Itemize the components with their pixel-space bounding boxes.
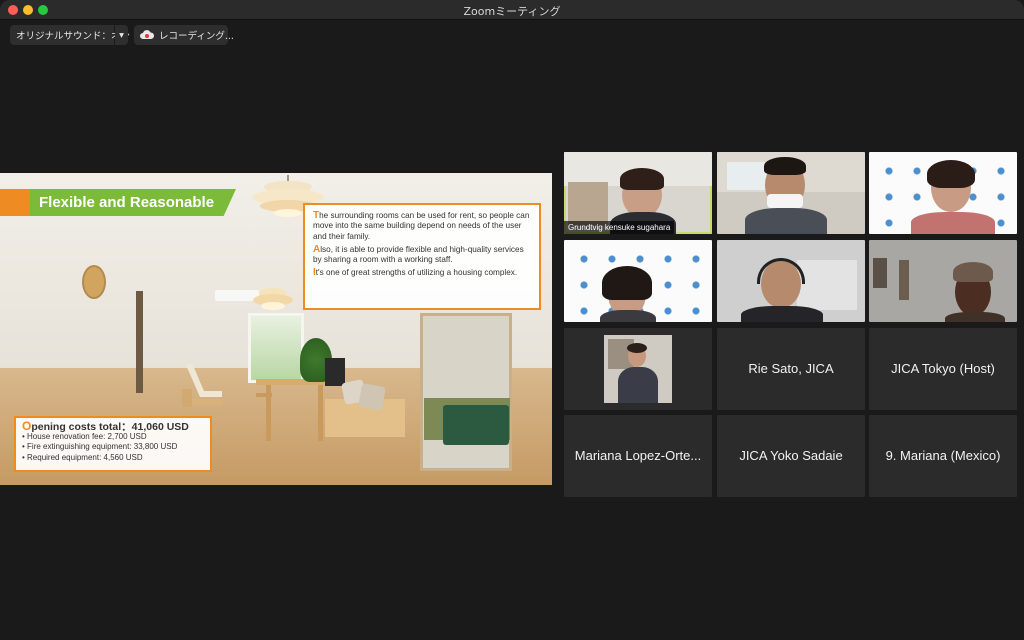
cost-item: Fire extinguishing equipment: 33,800 USD xyxy=(22,442,204,452)
participant-name-tag: Grundtvig kensuke sugahara xyxy=(564,221,675,234)
participant-video-tile[interactable] xyxy=(564,328,712,410)
cushion xyxy=(358,383,386,411)
room-window xyxy=(248,313,304,383)
lounge-chair-icon xyxy=(182,363,224,407)
dining-table-icon xyxy=(256,379,336,441)
slide-description-box: The surrounding rooms can be used for re… xyxy=(303,203,541,310)
costs-title-text: pening costs total：41,060 USD xyxy=(31,421,189,433)
participant-video-tile[interactable] xyxy=(869,240,1017,322)
participant-video-tile[interactable] xyxy=(564,240,712,322)
original-sound-button[interactable]: オリジナルサウンド：オン xyxy=(10,25,130,45)
participant-avatar xyxy=(604,335,672,403)
drop-cap: O xyxy=(22,419,32,433)
wall-frame xyxy=(136,291,143,393)
cost-item: House renovation fee: 2,700 USD xyxy=(22,432,204,442)
room-sliding-door xyxy=(420,313,512,471)
participant-tile[interactable]: 9. Mariana (Mexico) xyxy=(869,415,1017,497)
slide-title: Flexible and Reasonable xyxy=(39,194,215,211)
slide-banner: Flexible and Reasonable xyxy=(0,189,236,216)
slide-paragraph: The surrounding rooms can be used for re… xyxy=(313,210,531,242)
meeting-toolbar: オリジナルサウンド：オン ▾ レコーディング... xyxy=(10,25,234,45)
room-sofa xyxy=(443,405,509,445)
original-sound-dropdown[interactable]: ▾ xyxy=(115,25,128,45)
participant-name: JICA Yoko Sadaie xyxy=(739,448,843,463)
small-pendant-lamp-icon xyxy=(253,288,293,310)
banner-accent xyxy=(0,189,30,216)
shared-screen: Flexible and Reasonable The surrounding … xyxy=(0,173,552,485)
participant-tile[interactable]: JICA Tokyo (Host) xyxy=(869,328,1017,410)
participant-video-tile[interactable] xyxy=(717,152,865,234)
participant-name: Rie Sato, JICA xyxy=(748,361,834,376)
wall-clock xyxy=(82,265,106,299)
small-signboard xyxy=(325,358,345,386)
original-sound-group: オリジナルサウンド：オン ▾ xyxy=(10,25,130,45)
participant-tile[interactable]: JICA Yoko Sadaie xyxy=(717,415,865,497)
title-bar: Zoomミーティング xyxy=(0,0,1024,20)
participant-name: 9. Mariana (Mexico) xyxy=(885,448,1001,463)
paragraph-text: t's one of great strengths of utilizing … xyxy=(315,268,518,278)
cloud-record-icon xyxy=(140,30,154,40)
participant-tile[interactable]: Mariana Lopez-Orte... xyxy=(564,415,712,497)
slide-paragraph: Also, it is able to provide flexible and… xyxy=(313,244,531,266)
participant-video-tile[interactable] xyxy=(869,152,1017,234)
window-title: Zoomミーティング xyxy=(463,5,561,18)
participant-tile[interactable]: Rie Sato, JICA xyxy=(717,328,865,410)
opening-costs-title: Opening costs total：41,060 USD xyxy=(22,419,204,433)
participant-video-tile[interactable] xyxy=(717,240,865,322)
zoom-window: Zoomミーティング オリジナルサウンド：オン ▾ レコーディング... Fle… xyxy=(0,0,1024,640)
participant-video-tile[interactable]: Grundtvig kensuke sugahara xyxy=(564,152,712,234)
slide-paragraph: It's one of great strengths of utilizing… xyxy=(313,268,531,278)
opening-costs-box: Opening costs total：41,060 USD House ren… xyxy=(14,416,212,472)
participant-name: JICA Tokyo (Host) xyxy=(891,361,995,376)
cloud-recording-button[interactable]: レコーディング... xyxy=(134,25,234,45)
paragraph-text: he surrounding rooms can be used for ren… xyxy=(313,211,530,241)
recording-label: レコーディング... xyxy=(159,31,234,42)
paragraph-text: lso, it is able to provide flexible and … xyxy=(313,244,524,265)
cost-item: Required equipment: 4,560 USD xyxy=(22,453,204,463)
participant-name: Mariana Lopez-Orte... xyxy=(574,448,702,463)
